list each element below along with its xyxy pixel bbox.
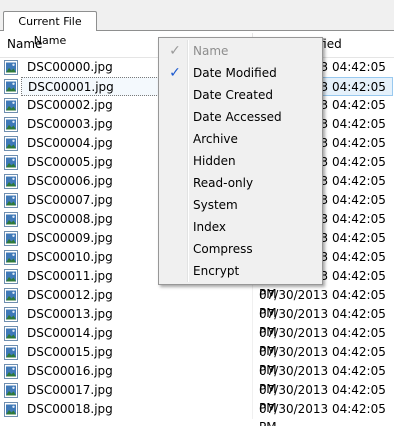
menu-item-encrypt[interactable]: Encrypt bbox=[161, 260, 320, 282]
menu-item-label: Index bbox=[193, 220, 227, 234]
column-context-menu: ✓ Name ✓ Date Modified Date Created Date Acce… bbox=[158, 37, 323, 285]
file-name-cell: DSC00015.jpg bbox=[27, 345, 113, 359]
table-row[interactable]: DSC00016.jpg 07/30/2013 04:42:05 PM bbox=[0, 362, 394, 396]
image-file-icon bbox=[4, 231, 18, 246]
image-file-icon bbox=[4, 117, 18, 132]
date-modified-cell: 07/30/2013 04:42:05 PM bbox=[252, 324, 393, 358]
menu-item-compress[interactable]: Compress bbox=[161, 238, 320, 260]
menu-item-date-modified[interactable]: ✓ Date Modified bbox=[161, 62, 320, 84]
menu-item-system[interactable]: System bbox=[161, 194, 320, 216]
checkmark-icon: ✓ bbox=[169, 65, 181, 81]
table-row[interactable]: DSC00014.jpg 07/30/2013 04:42:05 PM bbox=[0, 324, 394, 358]
image-file-icon bbox=[4, 288, 18, 303]
image-file-icon bbox=[4, 60, 18, 75]
image-file-icon bbox=[4, 326, 18, 341]
image-file-icon bbox=[4, 79, 18, 94]
table-row[interactable]: DSC00013.jpg 07/30/2013 04:42:05 PM bbox=[0, 305, 394, 339]
menu-item-label: Encrypt bbox=[193, 264, 240, 278]
menu-item-date-accessed[interactable]: Date Accessed bbox=[161, 106, 320, 128]
image-file-icon bbox=[4, 345, 18, 360]
menu-item-label: Date Created bbox=[193, 88, 273, 102]
file-name-cell: DSC00014.jpg bbox=[27, 326, 113, 340]
table-row[interactable]: DSC00017.jpg 07/30/2013 04:42:05 PM bbox=[0, 381, 394, 415]
file-name-cell: DSC00017.jpg bbox=[27, 383, 113, 397]
menu-item-label: Archive bbox=[193, 132, 238, 146]
image-file-icon bbox=[4, 98, 18, 113]
menu-item-read-only[interactable]: Read-only bbox=[161, 172, 320, 194]
menu-item-label: Date Modified bbox=[193, 66, 277, 80]
date-modified-cell: 07/30/2013 04:42:05 PM bbox=[252, 362, 393, 396]
date-modified-cell: 07/30/2013 04:42:05 PM bbox=[252, 343, 393, 377]
menu-item-date-created[interactable]: Date Created bbox=[161, 84, 320, 106]
menu-item-hidden[interactable]: Hidden bbox=[161, 150, 320, 172]
image-file-icon bbox=[4, 212, 18, 227]
file-name-cell: DSC00018.jpg bbox=[27, 402, 113, 416]
menu-item-label: Compress bbox=[193, 242, 253, 256]
image-file-icon bbox=[4, 307, 18, 322]
checkmark-icon: ✓ bbox=[169, 43, 181, 59]
image-file-icon bbox=[4, 250, 18, 265]
table-row[interactable]: DSC00015.jpg 07/30/2013 04:42:05 PM bbox=[0, 343, 394, 377]
image-file-icon bbox=[4, 402, 18, 417]
image-file-icon bbox=[4, 193, 18, 208]
file-name-cell: DSC00013.jpg bbox=[27, 307, 113, 321]
menu-item-label: Date Accessed bbox=[193, 110, 282, 124]
date-modified-cell: 07/30/2013 04:42:05 PM bbox=[252, 381, 393, 415]
menu-item-label: System bbox=[193, 198, 238, 212]
image-file-icon bbox=[4, 174, 18, 189]
table-row[interactable]: DSC00012.jpg 07/30/2013 04:42:05 PM bbox=[0, 286, 394, 320]
menu-item-label: Read-only bbox=[193, 176, 254, 190]
image-file-icon bbox=[4, 136, 18, 151]
date-modified-cell: 07/30/2013 04:42:05 PM bbox=[252, 286, 393, 320]
menu-item-archive[interactable]: Archive bbox=[161, 128, 320, 150]
date-modified-cell: 07/30/2013 04:42:05 PM bbox=[252, 305, 393, 339]
date-modified-cell: 07/30/2013 04:42:05 PM bbox=[252, 400, 393, 426]
file-name-cell: DSC00016.jpg bbox=[27, 364, 113, 378]
menu-item-label: Hidden bbox=[193, 154, 236, 168]
image-file-icon bbox=[4, 269, 18, 284]
image-file-icon bbox=[4, 364, 18, 379]
menu-item-name: ✓ Name bbox=[161, 40, 320, 62]
table-row[interactable]: DSC00018.jpg 07/30/2013 04:42:05 PM bbox=[0, 400, 394, 426]
image-file-icon bbox=[4, 155, 18, 170]
file-name-cell: DSC00012.jpg bbox=[27, 288, 113, 302]
menu-item-label: Name bbox=[193, 44, 229, 58]
tab-current-file-name[interactable]: Current File Name bbox=[3, 11, 97, 47]
menu-item-index[interactable]: Index bbox=[161, 216, 320, 238]
image-file-icon bbox=[4, 383, 18, 398]
